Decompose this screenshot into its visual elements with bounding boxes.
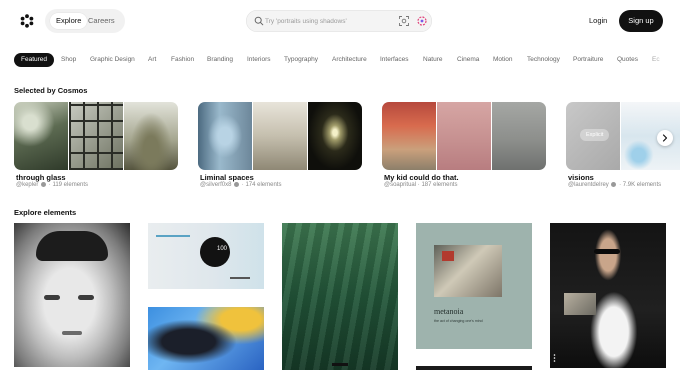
collection-thumb [69, 102, 123, 170]
poster-rule [230, 277, 250, 279]
eye-shape [44, 295, 60, 300]
collection-title[interactable]: through glass [16, 173, 66, 182]
verified-icon [41, 182, 47, 187]
search-icon [254, 16, 264, 26]
collection-thumb [14, 102, 68, 170]
selected-section-title: Selected by Cosmos [14, 86, 88, 95]
category-graphic-design[interactable]: Graphic Design [90, 53, 135, 67]
category-portraiture[interactable]: Portraiture [573, 53, 603, 67]
category-featured[interactable]: Featured [14, 53, 55, 67]
element-card[interactable] [148, 307, 264, 370]
collection-title[interactable]: visions [568, 173, 594, 182]
mouth-shape [62, 331, 82, 335]
collection-title[interactable]: Liminal spaces [200, 173, 254, 182]
cosmos-logo[interactable] [14, 8, 40, 34]
poster-title: metanoia [434, 307, 464, 316]
collection-thumb [198, 102, 252, 170]
element-card[interactable] [416, 366, 532, 370]
category-cinema[interactable]: Cinema [457, 53, 479, 67]
explicit-badge: Explicit [580, 129, 610, 141]
collection-meta: @silverf0x8 · 174 elements [200, 182, 282, 189]
collection-meta: @kepler · 119 elements [16, 182, 89, 189]
category-art[interactable]: Art [148, 53, 156, 67]
category-motion[interactable]: Motion [493, 53, 513, 67]
element-card[interactable] [282, 223, 398, 370]
element-card[interactable]: 100 [148, 223, 264, 289]
collection-my-kid-could-do-that[interactable] [382, 102, 546, 170]
category-interiors[interactable]: Interiors [247, 53, 270, 67]
collection-through-glass[interactable] [14, 102, 178, 170]
category-architecture[interactable]: Architecture [332, 53, 367, 67]
collection-title[interactable]: My kid could do that. [384, 173, 459, 182]
poster-circle [200, 237, 230, 267]
poster-rule [156, 235, 190, 237]
collection-thumb [382, 102, 436, 170]
eye-shape [78, 295, 94, 300]
verified-icon [234, 182, 240, 187]
chevron-right-icon [662, 134, 668, 142]
element-card[interactable] [550, 223, 666, 368]
login-link[interactable]: Login [589, 13, 607, 29]
nav-explore-link[interactable]: Explore [50, 13, 88, 29]
collection-count: 187 elements [421, 182, 458, 188]
category-nature[interactable]: Nature [423, 53, 443, 67]
category-technology[interactable]: Technology [527, 53, 560, 67]
card-photo-shape [564, 293, 596, 315]
category-shop[interactable]: Shop [61, 53, 76, 67]
poster-red-block [442, 251, 454, 261]
poster-number: 100 [217, 246, 228, 252]
category-fashion[interactable]: Fashion [171, 53, 194, 67]
collection-thumb [253, 102, 307, 170]
collection-thumb [437, 102, 491, 170]
collection-count: 7.9K elements [622, 182, 662, 189]
search-input[interactable] [265, 11, 385, 31]
signup-button[interactable]: Sign up [619, 10, 663, 32]
category-interfaces[interactable]: Interfaces [380, 53, 409, 67]
collection-liminal-spaces[interactable] [198, 102, 362, 170]
collection-meta: @laurentdelrey · 7.9K elements [568, 182, 662, 189]
element-card[interactable]: metanoia the act of changing one's mind [416, 223, 532, 349]
collection-meta: @soapritual · 187 elements [384, 182, 458, 188]
verified-icon [611, 182, 617, 187]
category-typography[interactable]: Typography [284, 53, 318, 67]
collection-count: 119 elements [52, 182, 89, 189]
explore-section-title: Explore elements [14, 208, 77, 217]
collection-user[interactable]: @laurentdelrey [568, 182, 609, 188]
sunglasses-shape [594, 249, 620, 254]
ai-sparkle-icon[interactable] [416, 15, 428, 27]
cosmos-logo-icon [20, 14, 34, 28]
collection-user[interactable]: @kepler [16, 182, 38, 188]
carousel-next-button[interactable] [657, 130, 673, 146]
collection-count: 174 elements [245, 182, 282, 189]
collection-thumb [492, 102, 546, 170]
collection-thumb [308, 102, 362, 170]
collection-user[interactable]: @soapritual [384, 182, 416, 188]
more-icon[interactable] [553, 349, 556, 362]
category-fade [640, 48, 680, 72]
card-label-bar [332, 363, 348, 366]
collection-thumb [124, 102, 178, 170]
hair-shape [36, 231, 108, 261]
poster-caption: the act of changing one's mind [434, 319, 483, 323]
category-quotes[interactable]: Quotes [617, 53, 638, 67]
visual-search-icon[interactable] [398, 15, 410, 27]
category-branding[interactable]: Branding [207, 53, 233, 67]
collection-user[interactable]: @silverf0x8 [200, 182, 231, 188]
nav-careers-link[interactable]: Careers [88, 13, 115, 29]
element-card[interactable] [14, 223, 130, 367]
